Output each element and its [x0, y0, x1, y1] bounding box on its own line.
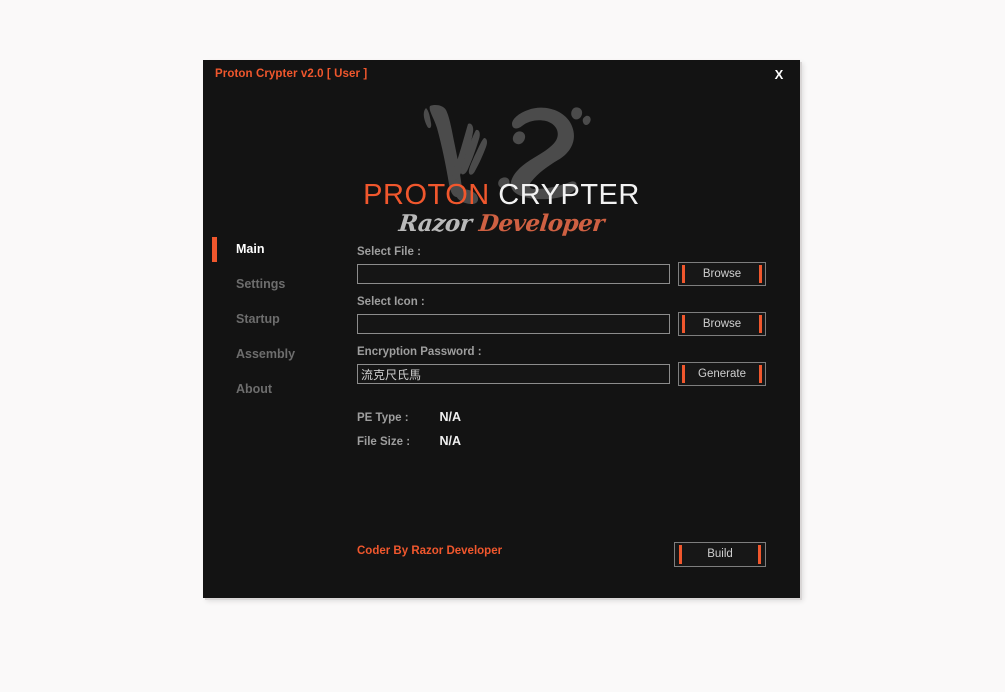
build-row: Build [674, 542, 766, 568]
sidebar-item-label: Main [236, 242, 265, 256]
select-file-input[interactable] [357, 264, 670, 284]
encryption-password-input[interactable] [357, 364, 670, 384]
file-size-row: File Size : N/A [357, 429, 461, 453]
file-size-value: N/A [439, 434, 461, 448]
button-accent-bar-right [759, 265, 762, 283]
logo-tagline-developer: Developer [477, 210, 606, 237]
logo-header: PROTON CRYPTER Razor Developer [203, 92, 800, 242]
pe-type-label: PE Type : [357, 412, 409, 424]
button-accent-bar-right [759, 315, 762, 333]
button-accent-bar-right [759, 365, 762, 383]
sidebar-item-about[interactable]: About [203, 372, 353, 407]
logo-tagline-razor: Razor [397, 210, 473, 237]
select-icon-label: Select Icon : [357, 296, 425, 308]
pe-type-row: PE Type : N/A [357, 405, 461, 429]
browse-icon-button-label: Browse [702, 318, 742, 330]
sidebar-item-settings[interactable]: Settings [203, 267, 353, 302]
build-button[interactable]: Build [674, 542, 766, 567]
sidebar-item-label: Settings [236, 277, 286, 291]
button-accent-bar-left [682, 315, 685, 333]
sidebar-item-assembly[interactable]: Assembly [203, 337, 353, 372]
button-accent-bar-left [679, 545, 682, 564]
select-file-label: Select File : [357, 246, 421, 258]
generate-password-button-label: Generate [698, 368, 746, 380]
application-window: Proton Crypter v2.0 [ User ] X PROTON CR… [203, 60, 800, 598]
browse-icon-button[interactable]: Browse [678, 312, 766, 336]
button-accent-bar-left [682, 365, 685, 383]
pe-type-value: N/A [439, 410, 461, 424]
build-button-label: Build [707, 548, 733, 560]
button-accent-bar-left [682, 265, 685, 283]
logo-title-proton: PROTON [363, 179, 490, 211]
credit-text: Coder By Razor Developer [357, 545, 503, 557]
file-info-block: PE Type : N/A File Size : N/A [357, 405, 461, 453]
encryption-password-row: Generate [357, 362, 777, 386]
logo-title: PROTON CRYPTER [203, 179, 800, 212]
sidebar-item-label: About [236, 382, 273, 396]
sidebar-item-main[interactable]: Main [203, 232, 353, 267]
window-title: Proton Crypter v2.0 [ User ] [215, 68, 368, 80]
active-indicator-bar [212, 237, 217, 262]
title-bar: Proton Crypter v2.0 [ User ] X [203, 60, 800, 94]
generate-password-button[interactable]: Generate [678, 362, 766, 386]
select-file-row: Browse [357, 262, 777, 286]
select-icon-row: Browse [357, 312, 777, 336]
close-icon[interactable]: X [770, 66, 788, 84]
file-size-label: File Size : [357, 436, 411, 448]
logo-title-crypter: CRYPTER [498, 179, 640, 211]
sidebar-item-label: Startup [236, 312, 280, 326]
encryption-password-label: Encryption Password : [357, 346, 482, 358]
sidebar-item-label: Assembly [236, 347, 296, 361]
browse-file-button-label: Browse [702, 268, 742, 280]
main-form: Select File : Browse Select Icon : Brows… [357, 246, 777, 396]
sidebar-item-startup[interactable]: Startup [203, 302, 353, 337]
sidebar-nav: Main Settings Startup Assembly About [203, 232, 353, 407]
select-icon-input[interactable] [357, 314, 670, 334]
button-accent-bar-right [758, 545, 761, 564]
browse-file-button[interactable]: Browse [678, 262, 766, 286]
